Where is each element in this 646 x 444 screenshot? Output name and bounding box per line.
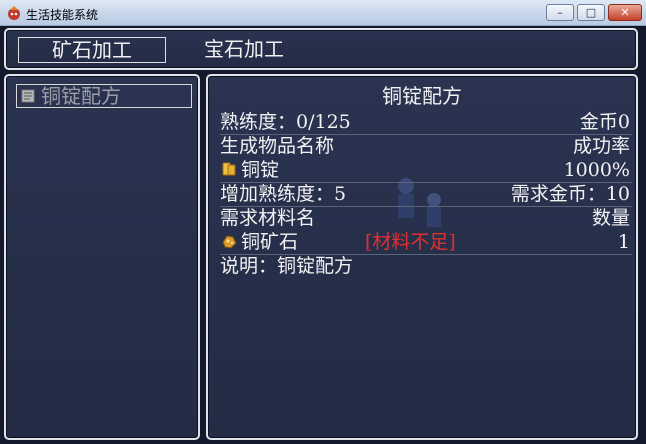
window-title: 生活技能系统: [26, 8, 99, 22]
scroll-icon: [21, 89, 35, 103]
tab-ore-processing[interactable]: 矿石加工: [18, 37, 166, 63]
material-row[interactable]: 铜矿石 [材料不足] 1: [220, 230, 630, 254]
maximize-button[interactable]: □: [577, 4, 605, 21]
product-name: 铜锭: [241, 159, 280, 181]
quantity-header: 数量: [591, 207, 630, 229]
app-icon: [8, 6, 20, 20]
tab-gem-processing[interactable]: 宝石加工: [184, 37, 304, 63]
recipe-detail-panel: 铜锭配方 熟练度：0/125 金币0 生成物品名称 成功率 铜锭 1000% 增…: [206, 74, 638, 440]
proficiency-label: 熟练度：0/125: [220, 111, 351, 133]
material-status: [材料不足]: [365, 231, 456, 253]
gold-label: 金币0: [579, 111, 630, 133]
material-header: 需求材料名: [220, 207, 316, 229]
recipe-list-label: 铜锭配方: [41, 84, 121, 108]
product-header-row: 生成物品名称 成功率: [220, 134, 630, 158]
success-header: 成功率: [572, 135, 630, 157]
success-rate: 1000%: [563, 159, 630, 181]
proficiency-row: 熟练度：0/125 金币0: [220, 110, 630, 134]
material-quantity: 1: [617, 231, 630, 253]
recipe-list-item[interactable]: 铜锭配方: [16, 84, 192, 108]
copper-ore-icon: [222, 235, 237, 249]
game-area: 矿石加工 宝石加工 铜锭配方 铜锭配方 熟练度：0/125 金币0 生成物品名称…: [0, 26, 646, 444]
minimize-button[interactable]: –: [546, 4, 574, 21]
category-tabs-panel: 矿石加工 宝石加工: [4, 28, 638, 70]
recipe-list-panel: 铜锭配方: [4, 74, 200, 440]
material-name: 铜矿石: [241, 231, 299, 253]
material-header-row: 需求材料名 数量: [220, 206, 630, 230]
window-titlebar[interactable]: 生活技能系统 – □ ✕: [0, 0, 646, 26]
product-row[interactable]: 铜锭 1000%: [220, 158, 630, 182]
gain-row: 增加熟练度：5 需求金币：10: [220, 182, 630, 206]
recipe-title: 铜锭配方: [382, 84, 462, 108]
close-button[interactable]: ✕: [608, 4, 642, 21]
product-header: 生成物品名称: [220, 135, 335, 157]
proficiency-gain: 增加熟练度：5: [220, 183, 347, 205]
description-row: 说明：铜锭配方: [220, 254, 630, 278]
gold-cost: 需求金币：10: [510, 183, 630, 205]
description: 说明：铜锭配方: [220, 255, 354, 277]
copper-ingot-icon: [222, 162, 236, 176]
